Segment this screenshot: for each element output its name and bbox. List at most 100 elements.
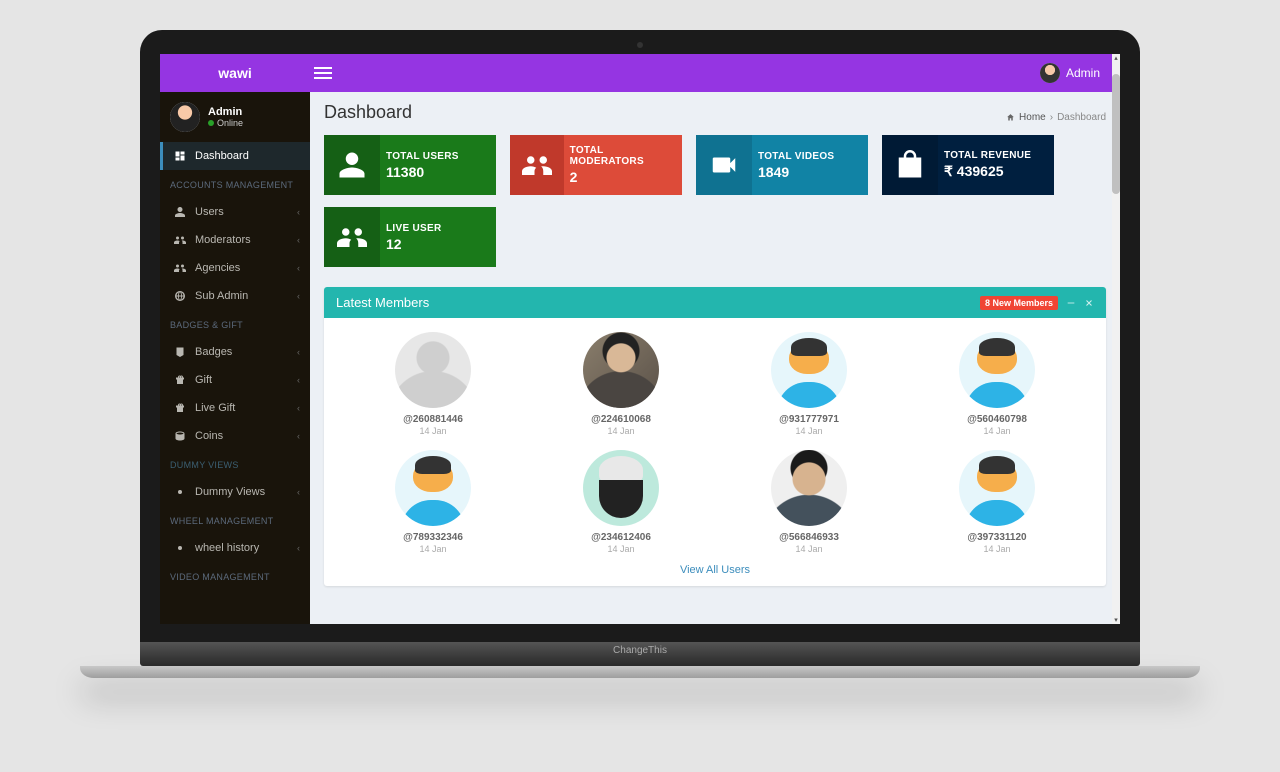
laptop-base bbox=[80, 666, 1200, 678]
sidebar-section-header: BADGES & GIFT bbox=[160, 310, 310, 338]
member-card[interactable]: @26088144614 Jan bbox=[344, 332, 522, 436]
sidebar-item-label: Live Gift bbox=[195, 402, 289, 414]
coins-icon bbox=[173, 430, 187, 442]
app-screen: ▴ ▾ wawi Admin bbox=[160, 54, 1120, 624]
member-avatar bbox=[959, 450, 1035, 526]
member-handle: @260881446 bbox=[344, 414, 522, 425]
stat-total-users[interactable]: TOTAL USERS11380 bbox=[324, 135, 496, 195]
stat-label: TOTAL VIDEOS bbox=[758, 151, 834, 162]
stat-label: TOTAL USERS bbox=[386, 151, 459, 162]
scroll-down-icon[interactable]: ▾ bbox=[1112, 616, 1120, 624]
member-avatar bbox=[771, 332, 847, 408]
stat-value: 1849 bbox=[758, 164, 834, 180]
sidebar-item-agencies[interactable]: Agencies ‹ bbox=[160, 254, 310, 282]
video-icon bbox=[696, 135, 752, 195]
member-avatar bbox=[959, 332, 1035, 408]
member-handle: @566846933 bbox=[720, 532, 898, 543]
stat-total-moderators[interactable]: TOTAL MODERATORS2 bbox=[510, 135, 682, 195]
sidebar-item-badges[interactable]: Badges ‹ bbox=[160, 338, 310, 366]
users-icon bbox=[173, 262, 187, 274]
sidebar-item-dummy-views[interactable]: Dummy Views‹ bbox=[160, 478, 310, 506]
dot-icon bbox=[173, 542, 187, 554]
sidebar-item-label: Agencies bbox=[195, 262, 289, 274]
member-card[interactable]: @23461240614 Jan bbox=[532, 450, 710, 554]
collapse-button[interactable] bbox=[1066, 298, 1076, 308]
member-date: 14 Jan bbox=[344, 544, 522, 554]
member-date: 14 Jan bbox=[532, 544, 710, 554]
stat-value: ₹ 439625 bbox=[944, 163, 1031, 180]
chevron-left-icon: ‹ bbox=[297, 263, 300, 273]
scrollbar[interactable]: ▴ ▾ bbox=[1112, 54, 1120, 624]
badge-icon bbox=[173, 346, 187, 358]
avatar-icon bbox=[170, 102, 200, 132]
member-handle: @224610068 bbox=[532, 414, 710, 425]
menu-toggle-icon[interactable] bbox=[314, 67, 332, 79]
sidebar-item-sub-admin[interactable]: Sub Admin‹ bbox=[160, 282, 310, 310]
member-date: 14 Jan bbox=[720, 544, 898, 554]
member-card[interactable]: @56046079814 Jan bbox=[908, 332, 1086, 436]
member-date: 14 Jan bbox=[908, 426, 1086, 436]
users-icon bbox=[173, 234, 187, 246]
member-handle: @560460798 bbox=[908, 414, 1086, 425]
view-all-users[interactable]: View All Users bbox=[324, 554, 1106, 586]
sidebar-item-label: Dashboard bbox=[195, 150, 300, 162]
member-handle: @931777971 bbox=[720, 414, 898, 425]
sidebar-user-name: Admin bbox=[208, 106, 243, 118]
sidebar-item-label: Badges bbox=[195, 346, 289, 358]
stat-total-videos[interactable]: TOTAL VIDEOS 1849 bbox=[696, 135, 868, 195]
sidebar: Admin Online Dashboard ACCOUNTS MANAGEMEN… bbox=[160, 92, 310, 624]
laptop-frame: ▴ ▾ wawi Admin bbox=[140, 30, 1140, 678]
breadcrumb-current: Dashboard bbox=[1057, 112, 1106, 123]
member-avatar bbox=[583, 450, 659, 526]
sidebar-item-coins[interactable]: Coins ‹ bbox=[160, 422, 310, 450]
new-members-badge: 8 New Members bbox=[980, 296, 1058, 310]
sidebar-section-header: VIDEO MANAGEMENT bbox=[160, 562, 310, 590]
member-card[interactable]: @56684693314 Jan bbox=[720, 450, 898, 554]
sidebar-item-dashboard[interactable]: Dashboard bbox=[160, 142, 310, 170]
sidebar-item-label: Gift bbox=[195, 374, 289, 386]
user-icon bbox=[324, 135, 380, 195]
close-button[interactable] bbox=[1084, 298, 1094, 308]
member-handle: @234612406 bbox=[532, 532, 710, 543]
member-card[interactable]: @93177797114 Jan bbox=[720, 332, 898, 436]
sidebar-item-label: Coins bbox=[195, 430, 289, 442]
close-icon bbox=[1084, 298, 1094, 308]
chevron-left-icon: ‹ bbox=[297, 403, 300, 413]
chevron-left-icon: ‹ bbox=[297, 347, 300, 357]
stat-total-revenue[interactable]: TOTAL REVENUE₹ 439625 bbox=[882, 135, 1054, 195]
member-avatar bbox=[395, 450, 471, 526]
topbar-user-menu[interactable]: Admin bbox=[1040, 63, 1120, 83]
latest-members-box: Latest Members 8 New Members @2608814461… bbox=[324, 287, 1106, 586]
brand-logo[interactable]: wawi bbox=[160, 65, 310, 81]
view-all-link[interactable]: View All Users bbox=[680, 564, 750, 576]
member-card[interactable]: @78933234614 Jan bbox=[344, 450, 522, 554]
main-content: Dashboard Home › Dashboard TOTAL USERS11… bbox=[310, 92, 1120, 624]
sidebar-section-header: WHEEL MANAGEMENT bbox=[160, 506, 310, 534]
sidebar-item-label: Users bbox=[195, 206, 289, 218]
sidebar-item-live-gift[interactable]: Live Gift ‹ bbox=[160, 394, 310, 422]
member-card[interactable]: @22461006814 Jan bbox=[532, 332, 710, 436]
scroll-up-icon[interactable]: ▴ bbox=[1112, 54, 1120, 62]
sidebar-user-panel[interactable]: Admin Online bbox=[160, 92, 310, 142]
dot-icon bbox=[173, 486, 187, 498]
stat-live-user[interactable]: LIVE USER12 bbox=[324, 207, 496, 267]
member-card[interactable]: @39733112014 Jan bbox=[908, 450, 1086, 554]
sidebar-section-header: ACCOUNTS MANAGEMENT bbox=[160, 170, 310, 198]
breadcrumb-home[interactable]: Home bbox=[1019, 112, 1046, 123]
chevron-left-icon: ‹ bbox=[297, 207, 300, 217]
member-date: 14 Jan bbox=[908, 544, 1086, 554]
sidebar-item-moderators[interactable]: Moderators‹ bbox=[160, 226, 310, 254]
scrollbar-thumb[interactable] bbox=[1112, 74, 1120, 194]
chevron-left-icon: ‹ bbox=[297, 375, 300, 385]
laptop-deck: ChangeThis bbox=[140, 642, 1140, 666]
sidebar-item-label: Dummy Views bbox=[195, 486, 289, 498]
sidebar-item-label: Moderators bbox=[195, 234, 289, 246]
sidebar-item-users[interactable]: Users ‹ bbox=[160, 198, 310, 226]
stat-value: 12 bbox=[386, 236, 442, 252]
laptop-brand: ChangeThis bbox=[613, 645, 667, 656]
sidebar-item-wheel-history[interactable]: wheel history‹ bbox=[160, 534, 310, 562]
screen-bezel: ▴ ▾ wawi Admin bbox=[140, 30, 1140, 642]
chevron-left-icon: ‹ bbox=[297, 431, 300, 441]
sidebar-item-gift[interactable]: Gift ‹ bbox=[160, 366, 310, 394]
camera-dot bbox=[637, 42, 643, 48]
